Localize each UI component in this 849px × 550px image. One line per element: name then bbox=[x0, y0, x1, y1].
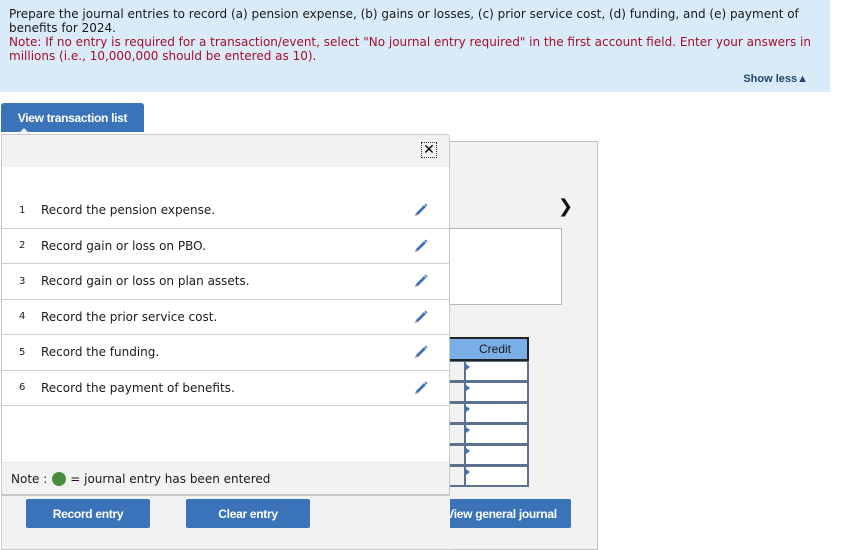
pencil-icon[interactable] bbox=[413, 273, 429, 289]
transaction-item[interactable]: 5 Record the funding. bbox=[2, 335, 449, 371]
credit-row bbox=[440, 382, 529, 403]
transaction-label: Record gain or loss on PBO. bbox=[41, 238, 206, 253]
transaction-list-panel: ✕ 1 Record the pension expense. 2 Record… bbox=[1, 134, 450, 496]
record-entry-button[interactable]: Record entry bbox=[26, 499, 150, 528]
credit-row bbox=[440, 403, 529, 424]
show-less-link[interactable]: Show less▲ bbox=[743, 72, 808, 86]
credit-row bbox=[440, 361, 529, 382]
show-less-label: Show less bbox=[743, 73, 798, 85]
clear-entry-button[interactable]: Clear entry bbox=[186, 499, 310, 528]
transaction-item[interactable]: 3 Record gain or loss on plan assets. bbox=[2, 264, 449, 300]
transaction-item[interactable]: 6 Record the payment of benefits. bbox=[2, 371, 449, 406]
credit-input[interactable] bbox=[464, 362, 527, 380]
transaction-item[interactable]: 4 Record the prior service cost. bbox=[2, 300, 449, 335]
transaction-number: 5 bbox=[19, 346, 26, 358]
transaction-number: 2 bbox=[19, 240, 26, 252]
transaction-number: 3 bbox=[19, 275, 26, 287]
pencil-icon[interactable] bbox=[413, 202, 429, 218]
chevron-right-icon[interactable]: ❯ bbox=[558, 196, 573, 217]
credit-input[interactable] bbox=[464, 467, 527, 485]
instructions-panel: Prepare the journal entries to record (a… bbox=[0, 0, 830, 92]
transaction-number: 1 bbox=[19, 204, 26, 216]
entered-status-dot-icon bbox=[52, 471, 67, 486]
credit-row bbox=[440, 424, 529, 445]
pencil-icon[interactable] bbox=[413, 309, 429, 325]
credit-column: Credit bbox=[440, 337, 529, 487]
credit-input[interactable] bbox=[464, 383, 527, 401]
transaction-item[interactable]: 2 Record gain or loss on PBO. bbox=[2, 229, 449, 264]
instructions-text: Prepare the journal entries to record (a… bbox=[9, 7, 799, 35]
triangle-up-icon: ▲ bbox=[797, 73, 808, 85]
credit-input[interactable] bbox=[464, 425, 527, 443]
transaction-label: Record the funding. bbox=[41, 345, 160, 360]
credit-row bbox=[440, 466, 529, 487]
transaction-description-box bbox=[440, 228, 562, 305]
credit-input[interactable] bbox=[464, 446, 527, 464]
transaction-label: Record the prior service cost. bbox=[41, 309, 218, 324]
instructions-note: Note: If no entry is required for a tran… bbox=[9, 35, 811, 63]
credit-row bbox=[440, 445, 529, 466]
close-icon[interactable]: ✕ bbox=[421, 142, 437, 158]
transaction-list: 1 Record the pension expense. 2 Record g… bbox=[2, 193, 449, 406]
transaction-number: 4 bbox=[19, 311, 26, 323]
transaction-label: Record gain or loss on plan assets. bbox=[41, 274, 250, 289]
transaction-label: Record the pension expense. bbox=[41, 203, 216, 218]
transaction-list-header: ✕ bbox=[2, 135, 449, 167]
transaction-number: 6 bbox=[19, 382, 26, 394]
credit-input[interactable] bbox=[464, 404, 527, 422]
legend-note: Note : = journal entry has been entered bbox=[2, 462, 449, 495]
pencil-icon[interactable] bbox=[413, 238, 429, 254]
transaction-label: Record the payment of benefits. bbox=[41, 380, 235, 395]
view-general-journal-button[interactable]: View general journal bbox=[432, 499, 571, 528]
transaction-item[interactable]: 1 Record the pension expense. bbox=[2, 193, 449, 229]
note-prefix: Note : bbox=[11, 471, 48, 486]
credit-header: Credit bbox=[440, 337, 529, 361]
note-suffix: = journal entry has been entered bbox=[70, 471, 271, 486]
pencil-icon[interactable] bbox=[413, 344, 429, 360]
pencil-icon[interactable] bbox=[413, 380, 429, 396]
popover-caret bbox=[18, 128, 30, 134]
